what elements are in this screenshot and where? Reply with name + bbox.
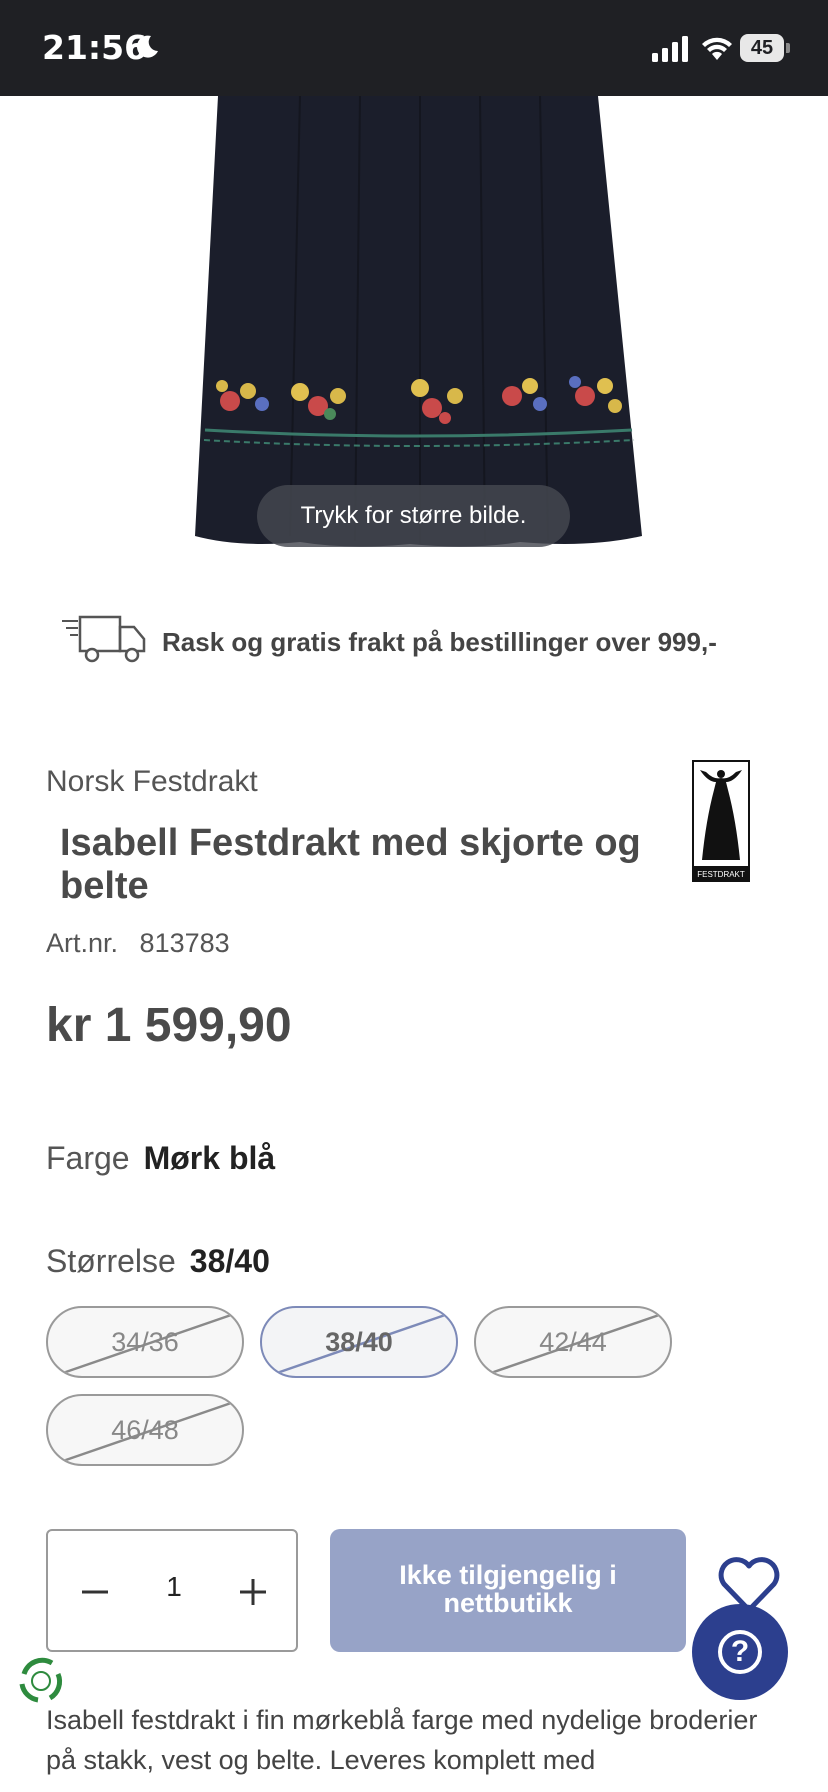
article-number-value: 813783: [139, 928, 230, 958]
shipping-banner: Rask og gratis frakt på bestillinger ove…: [60, 605, 800, 675]
size-label: Størrelse: [46, 1243, 176, 1279]
product-price: kr 1 599,90: [46, 999, 292, 1052]
quantity-stepper: 1: [46, 1529, 298, 1652]
brand-logo[interactable]: FESTDRAKT: [692, 760, 750, 882]
truck-icon: [62, 615, 146, 663]
color-label: Farge: [46, 1140, 130, 1176]
size-option-label: 38/40: [325, 1327, 393, 1357]
help-button[interactable]: ?: [692, 1604, 788, 1700]
moon-icon: [136, 35, 158, 58]
size-option-38-40[interactable]: 38/40: [260, 1306, 458, 1378]
add-to-cart-button[interactable]: Ikke tilgjengelig i nettbutikk: [330, 1529, 686, 1652]
plus-icon[interactable]: [228, 1567, 278, 1617]
size-option-label: 46/48: [111, 1415, 179, 1445]
size-value: 38/40: [189, 1243, 270, 1279]
signal-icon: [652, 36, 688, 62]
quantity-value[interactable]: 1: [138, 1571, 210, 1603]
brand-logo-text: FESTDRAKT: [697, 870, 745, 879]
image-zoom-hint[interactable]: Trykk for større bilde.: [257, 485, 570, 547]
size-option-label: 42/44: [539, 1327, 607, 1357]
battery-level: 45: [740, 34, 784, 62]
size-selector: Størrelse 38/40: [46, 1243, 270, 1280]
wifi-icon: [702, 37, 732, 60]
cta-label-line1: Ikke tilgjengelig i: [399, 1560, 617, 1590]
status-time: 21:56: [42, 28, 148, 67]
brand-name[interactable]: Norsk Festdrakt: [46, 765, 258, 799]
size-option-42-44[interactable]: 42/44: [474, 1306, 672, 1378]
size-option-34-36[interactable]: 34/36: [46, 1306, 244, 1378]
size-option-46-48[interactable]: 46/48: [46, 1394, 244, 1466]
color-selector: Farge Mørk blå: [46, 1140, 275, 1177]
color-value: Mørk blå: [143, 1140, 276, 1176]
product-title: Isabell Festdrakt med skjorte og belte: [60, 822, 641, 907]
article-number-label: Art.nr.: [46, 928, 119, 958]
minus-icon[interactable]: [70, 1567, 120, 1617]
help-icon: ?: [718, 1630, 762, 1674]
product-description: Isabell festdrakt i fin mørkeblå farge m…: [46, 1705, 758, 1775]
size-option-label: 34/36: [111, 1327, 179, 1357]
article-number: Art.nr. 813783: [46, 928, 230, 959]
shipping-text: Rask og gratis frakt på bestillinger ove…: [162, 627, 717, 657]
cta-label-line2: nettbutikk: [443, 1588, 573, 1618]
status-bar: 21:56 45: [0, 0, 828, 96]
battery-icon: 45: [740, 34, 790, 62]
